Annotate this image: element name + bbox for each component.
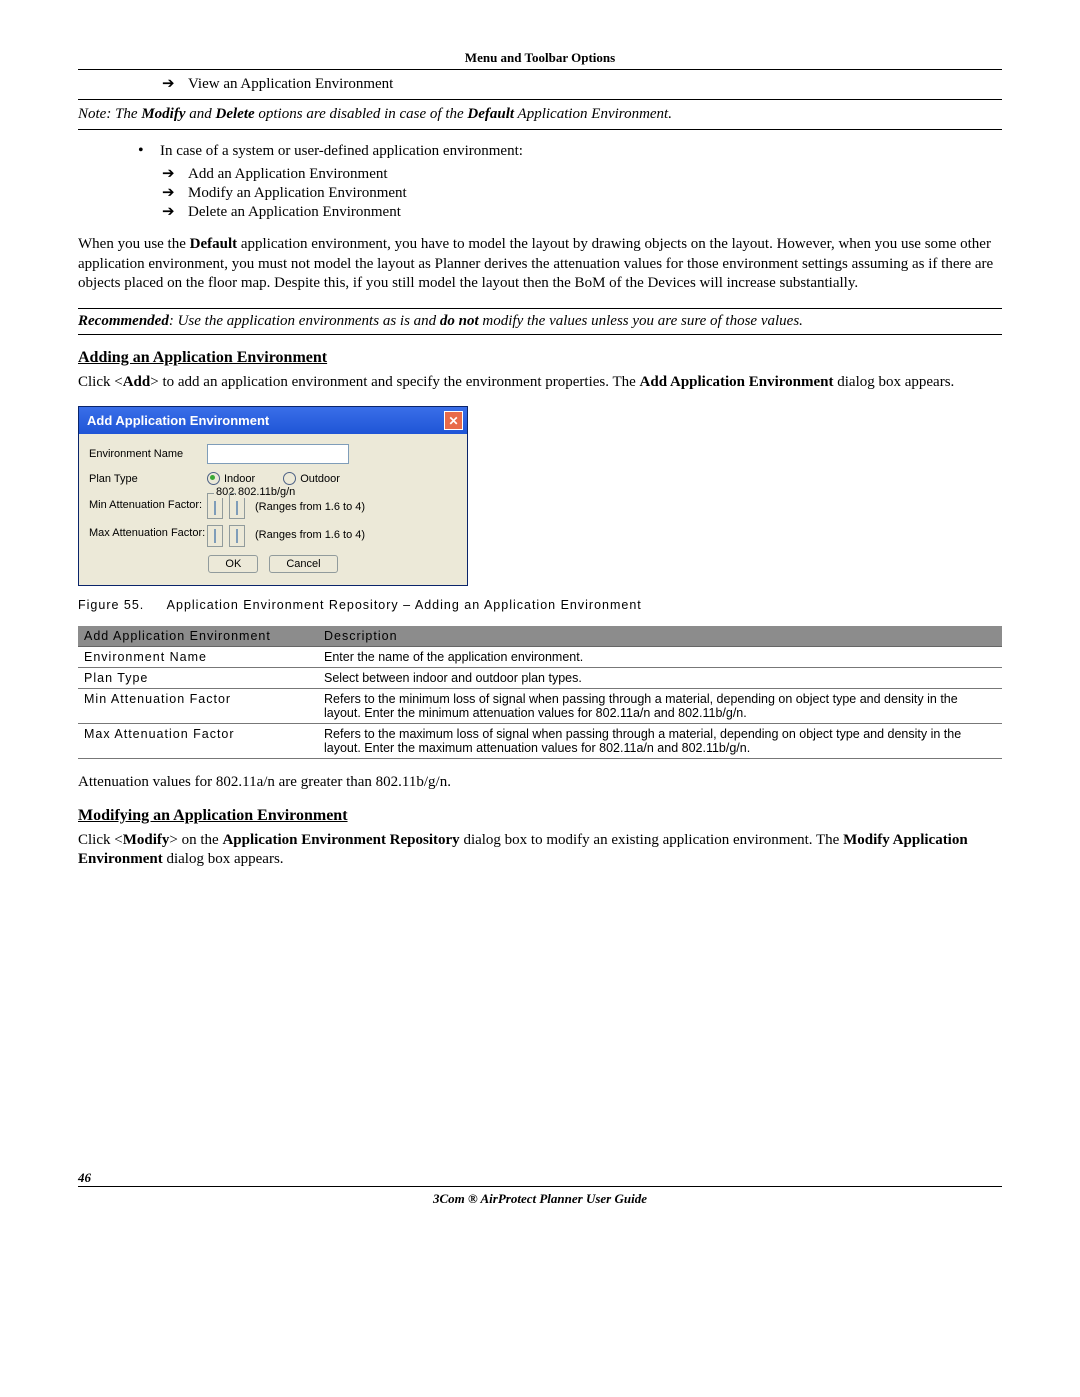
page-number: 46 bbox=[78, 1170, 1002, 1186]
fieldset-80211bgn: 802.11b/g/n bbox=[229, 493, 245, 519]
sub-arrow-list: Add an Application Environment Modify an… bbox=[162, 164, 1002, 221]
dialog-title: Add Application Environment bbox=[87, 413, 269, 428]
outdoor-radio[interactable] bbox=[283, 472, 296, 485]
min-att-an-input[interactable] bbox=[214, 501, 216, 515]
section-heading: Adding an Application Environment bbox=[78, 349, 1002, 367]
description-table: Add Application Environment Description … bbox=[78, 626, 1002, 759]
rule bbox=[78, 99, 1002, 100]
table-row: Max Attenuation FactorRefers to the maxi… bbox=[78, 724, 1002, 759]
rule bbox=[78, 129, 1002, 130]
page-footer: 46 3Com ® AirProtect Planner User Guide bbox=[78, 1170, 1002, 1207]
page-header: Menu and Toolbar Options bbox=[78, 50, 1002, 69]
list-item: In case of a system or user-defined appl… bbox=[138, 142, 1002, 160]
top-arrow-list: View an Application Environment bbox=[162, 74, 1002, 93]
figure-caption: Figure 55. Application Environment Repos… bbox=[78, 598, 1002, 612]
dialog-body: Environment Name Plan Type Indoor Outdoo… bbox=[79, 434, 467, 585]
table-row: Environment NameEnter the name of the ap… bbox=[78, 647, 1002, 668]
max-att-an-input[interactable] bbox=[214, 529, 216, 543]
header-rule bbox=[78, 69, 1002, 70]
indoor-label: Indoor bbox=[224, 473, 255, 485]
fieldset-80211an: 802.11a/n bbox=[207, 493, 223, 519]
list-item: Delete an Application Environment bbox=[162, 202, 1002, 221]
section-heading: Modifying an Application Environment bbox=[78, 807, 1002, 825]
body-paragraph: Click <Add> to add an application enviro… bbox=[78, 373, 1002, 393]
range-text: (Ranges from 1.6 to 4) bbox=[255, 525, 365, 547]
fieldset-80211bgn bbox=[229, 525, 245, 547]
table-row: Min Attenuation FactorRefers to the mini… bbox=[78, 689, 1002, 724]
list-item: Add an Application Environment bbox=[162, 164, 1002, 183]
bullet-list: In case of a system or user-defined appl… bbox=[138, 142, 1002, 160]
max-att-bgn-input[interactable] bbox=[236, 529, 238, 543]
dialog-titlebar[interactable]: Add Application Environment ✕ bbox=[79, 407, 467, 434]
note-line: Note: The Modify and Delete options are … bbox=[78, 106, 1002, 123]
fieldset-80211an bbox=[207, 525, 223, 547]
list-item: Modify an Application Environment bbox=[162, 183, 1002, 202]
min-att-bgn-input[interactable] bbox=[236, 501, 238, 515]
list-item: View an Application Environment bbox=[162, 74, 1002, 93]
plan-type-label: Plan Type bbox=[89, 473, 207, 485]
footer-title: 3Com ® AirProtect Planner User Guide bbox=[78, 1191, 1002, 1207]
table-header: Description bbox=[318, 626, 1002, 647]
add-environment-dialog: Add Application Environment ✕ Environmen… bbox=[78, 406, 468, 586]
recommendation-note: Recommended: Use the application environ… bbox=[78, 308, 1002, 335]
cancel-button[interactable]: Cancel bbox=[269, 555, 337, 573]
table-row: Plan TypeSelect between indoor and outdo… bbox=[78, 668, 1002, 689]
footer-rule bbox=[78, 1186, 1002, 1187]
body-paragraph: When you use the Default application env… bbox=[78, 235, 1002, 294]
document-page: Menu and Toolbar Options View an Applica… bbox=[0, 0, 1080, 1237]
body-paragraph: Click <Modify> on the Application Enviro… bbox=[78, 831, 1002, 870]
env-name-label: Environment Name bbox=[89, 448, 207, 460]
indoor-radio[interactable] bbox=[207, 472, 220, 485]
outdoor-label: Outdoor bbox=[300, 473, 340, 485]
env-name-input[interactable] bbox=[207, 444, 349, 464]
ok-button[interactable]: OK bbox=[208, 555, 258, 573]
min-att-label: Min Attenuation Factor: bbox=[89, 493, 207, 511]
table-header: Add Application Environment bbox=[78, 626, 318, 647]
close-icon[interactable]: ✕ bbox=[444, 411, 463, 430]
max-att-label: Max Attenuation Factor: bbox=[89, 525, 207, 539]
body-paragraph: Attenuation values for 802.11a/n are gre… bbox=[78, 773, 1002, 793]
